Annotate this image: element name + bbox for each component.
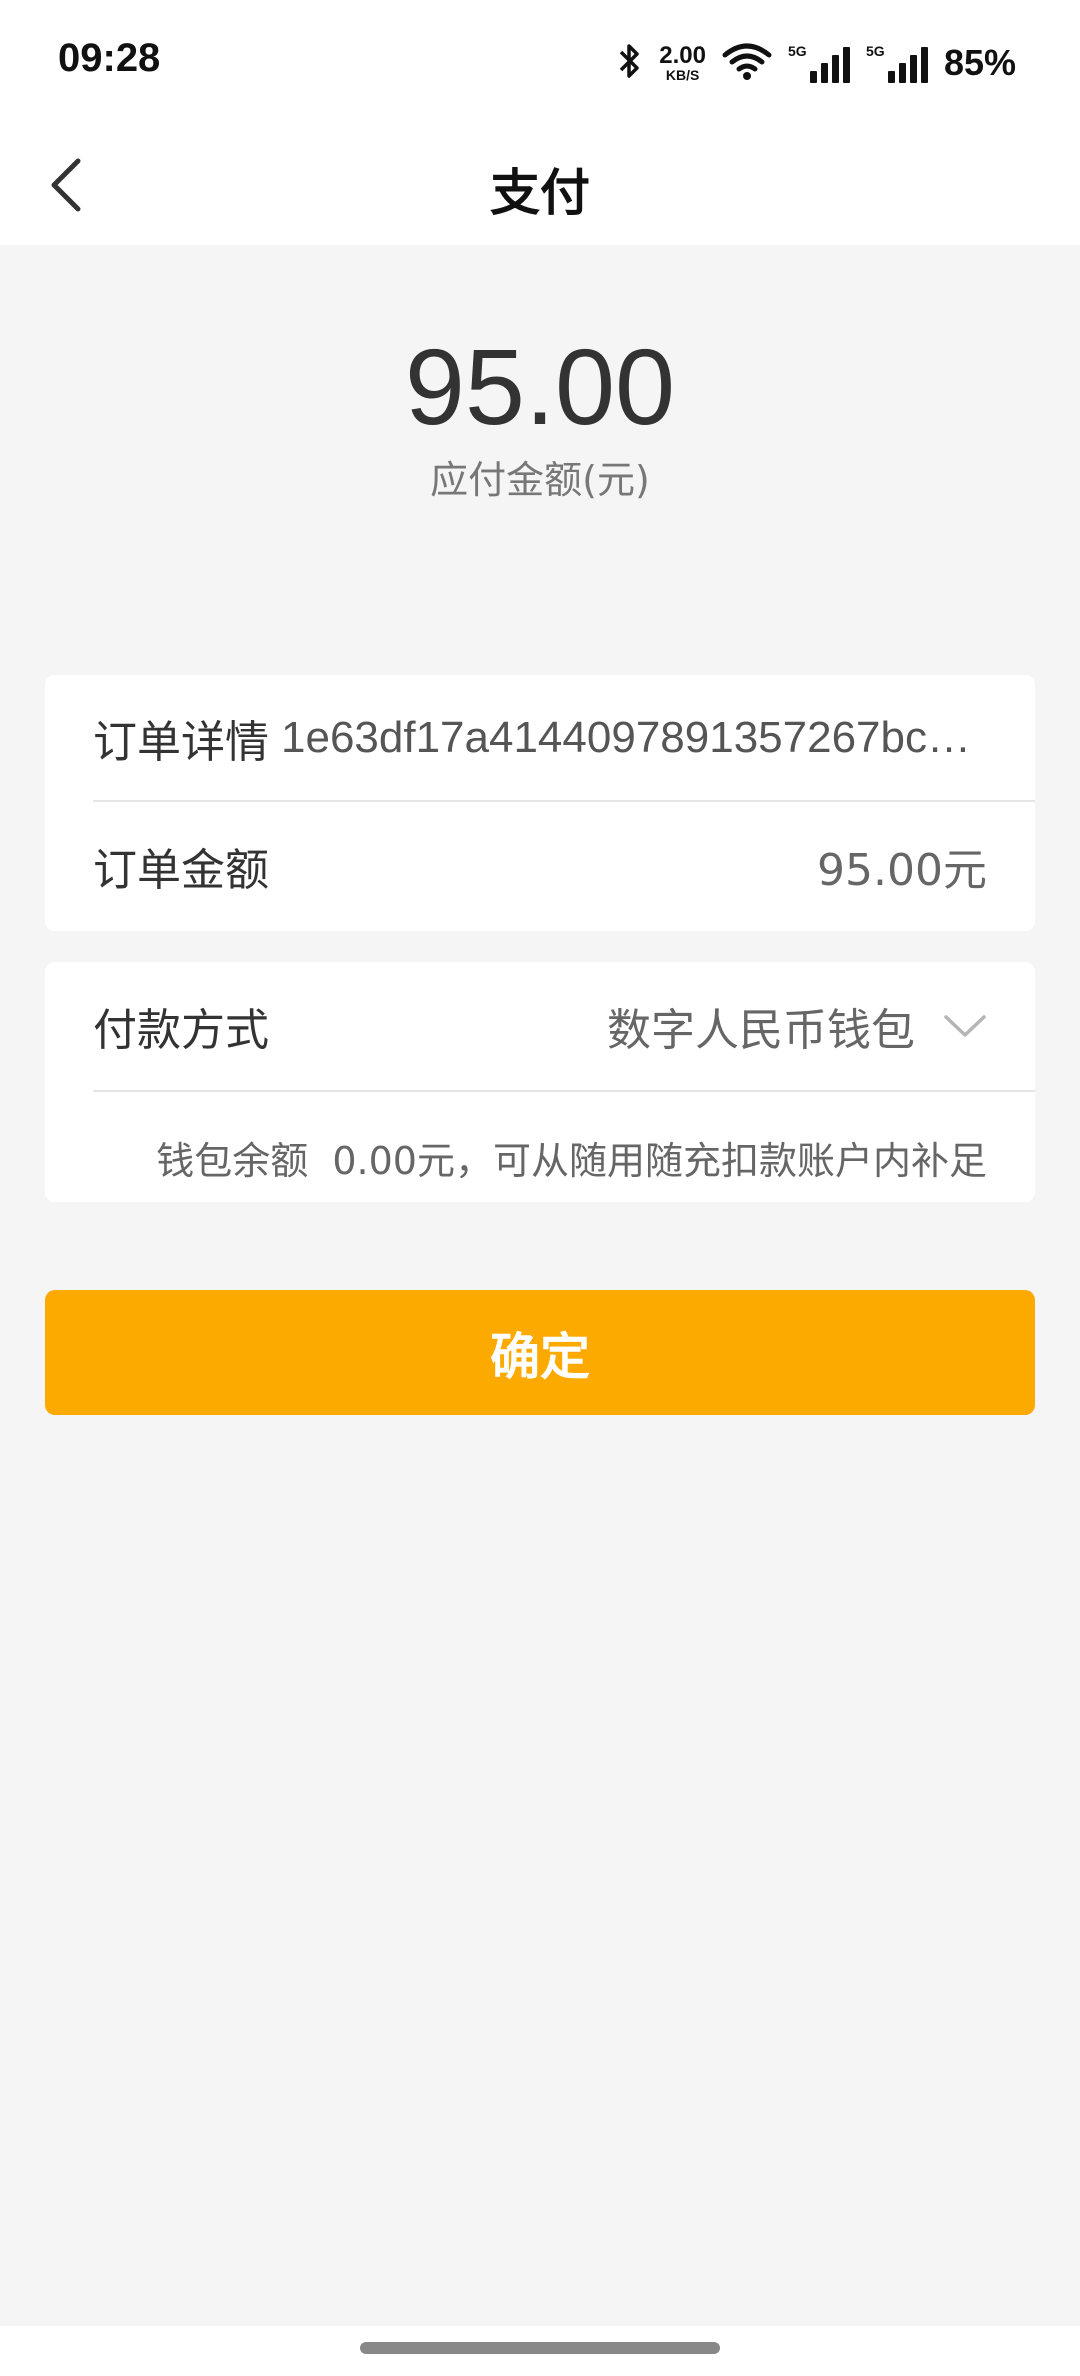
payment-method-select[interactable]: 数字人民币钱包 xyxy=(269,994,987,1058)
status-bar: 09:28 2.00 KB/S 5G 5G 85% xyxy=(0,0,1080,125)
status-time: 09:28 xyxy=(58,36,161,80)
confirm-button[interactable]: 确定 xyxy=(45,1290,1035,1415)
order-amount-value: 95.00元 xyxy=(817,845,987,896)
payment-method-row[interactable]: 付款方式 数字人民币钱包 xyxy=(93,962,987,1090)
wifi-icon xyxy=(722,41,772,85)
chevron-down-icon xyxy=(944,1015,986,1037)
status-icons: 2.00 KB/S 5G 5G 85% xyxy=(617,38,1016,88)
order-amount-label: 订单金额 xyxy=(93,845,269,896)
order-card: 订单详情 1e63df17a4144097891357267bc… 订单金额 9… xyxy=(45,675,1035,931)
wallet-balance-text: 钱包余额 0.00元，可从随用随充扣款账户内补足 xyxy=(156,1138,987,1183)
cellular-signal-2-icon: 5G xyxy=(866,43,928,83)
bluetooth-icon xyxy=(617,41,643,85)
home-indicator[interactable] xyxy=(360,2342,720,2354)
divider xyxy=(93,800,1035,802)
page-title: 支付 xyxy=(490,164,590,222)
navigation-bar: 支付 xyxy=(0,125,1080,245)
payment-method-value: 数字人民币钱包 xyxy=(607,1005,915,1056)
order-detail-row: 订单详情 1e63df17a4144097891357267bc… xyxy=(93,675,987,801)
order-amount-row: 订单金额 95.00元 xyxy=(93,803,987,929)
payable-amount-block: 95.00 应付金额(元) xyxy=(0,330,1080,504)
payment-card: 付款方式 数字人民币钱包 钱包余额 0.00元，可从随用随充扣款账户内补足 xyxy=(45,962,1035,1202)
order-id: 1e63df17a4144097891357267bc… xyxy=(281,713,971,762)
network-speed: 2.00 KB/S xyxy=(659,42,706,83)
payable-amount-label: 应付金额(元) xyxy=(430,458,650,503)
wallet-balance-note: 钱包余额 0.00元，可从随用随充扣款账户内补足 xyxy=(93,1120,987,1194)
order-detail-label: 订单详情 xyxy=(93,717,269,768)
cellular-signal-1-icon: 5G xyxy=(788,43,850,83)
battery-level: 85% xyxy=(943,42,1016,83)
payment-method-label: 付款方式 xyxy=(93,1005,269,1056)
divider xyxy=(93,1090,1035,1092)
payable-amount: 95.00 xyxy=(404,326,676,447)
